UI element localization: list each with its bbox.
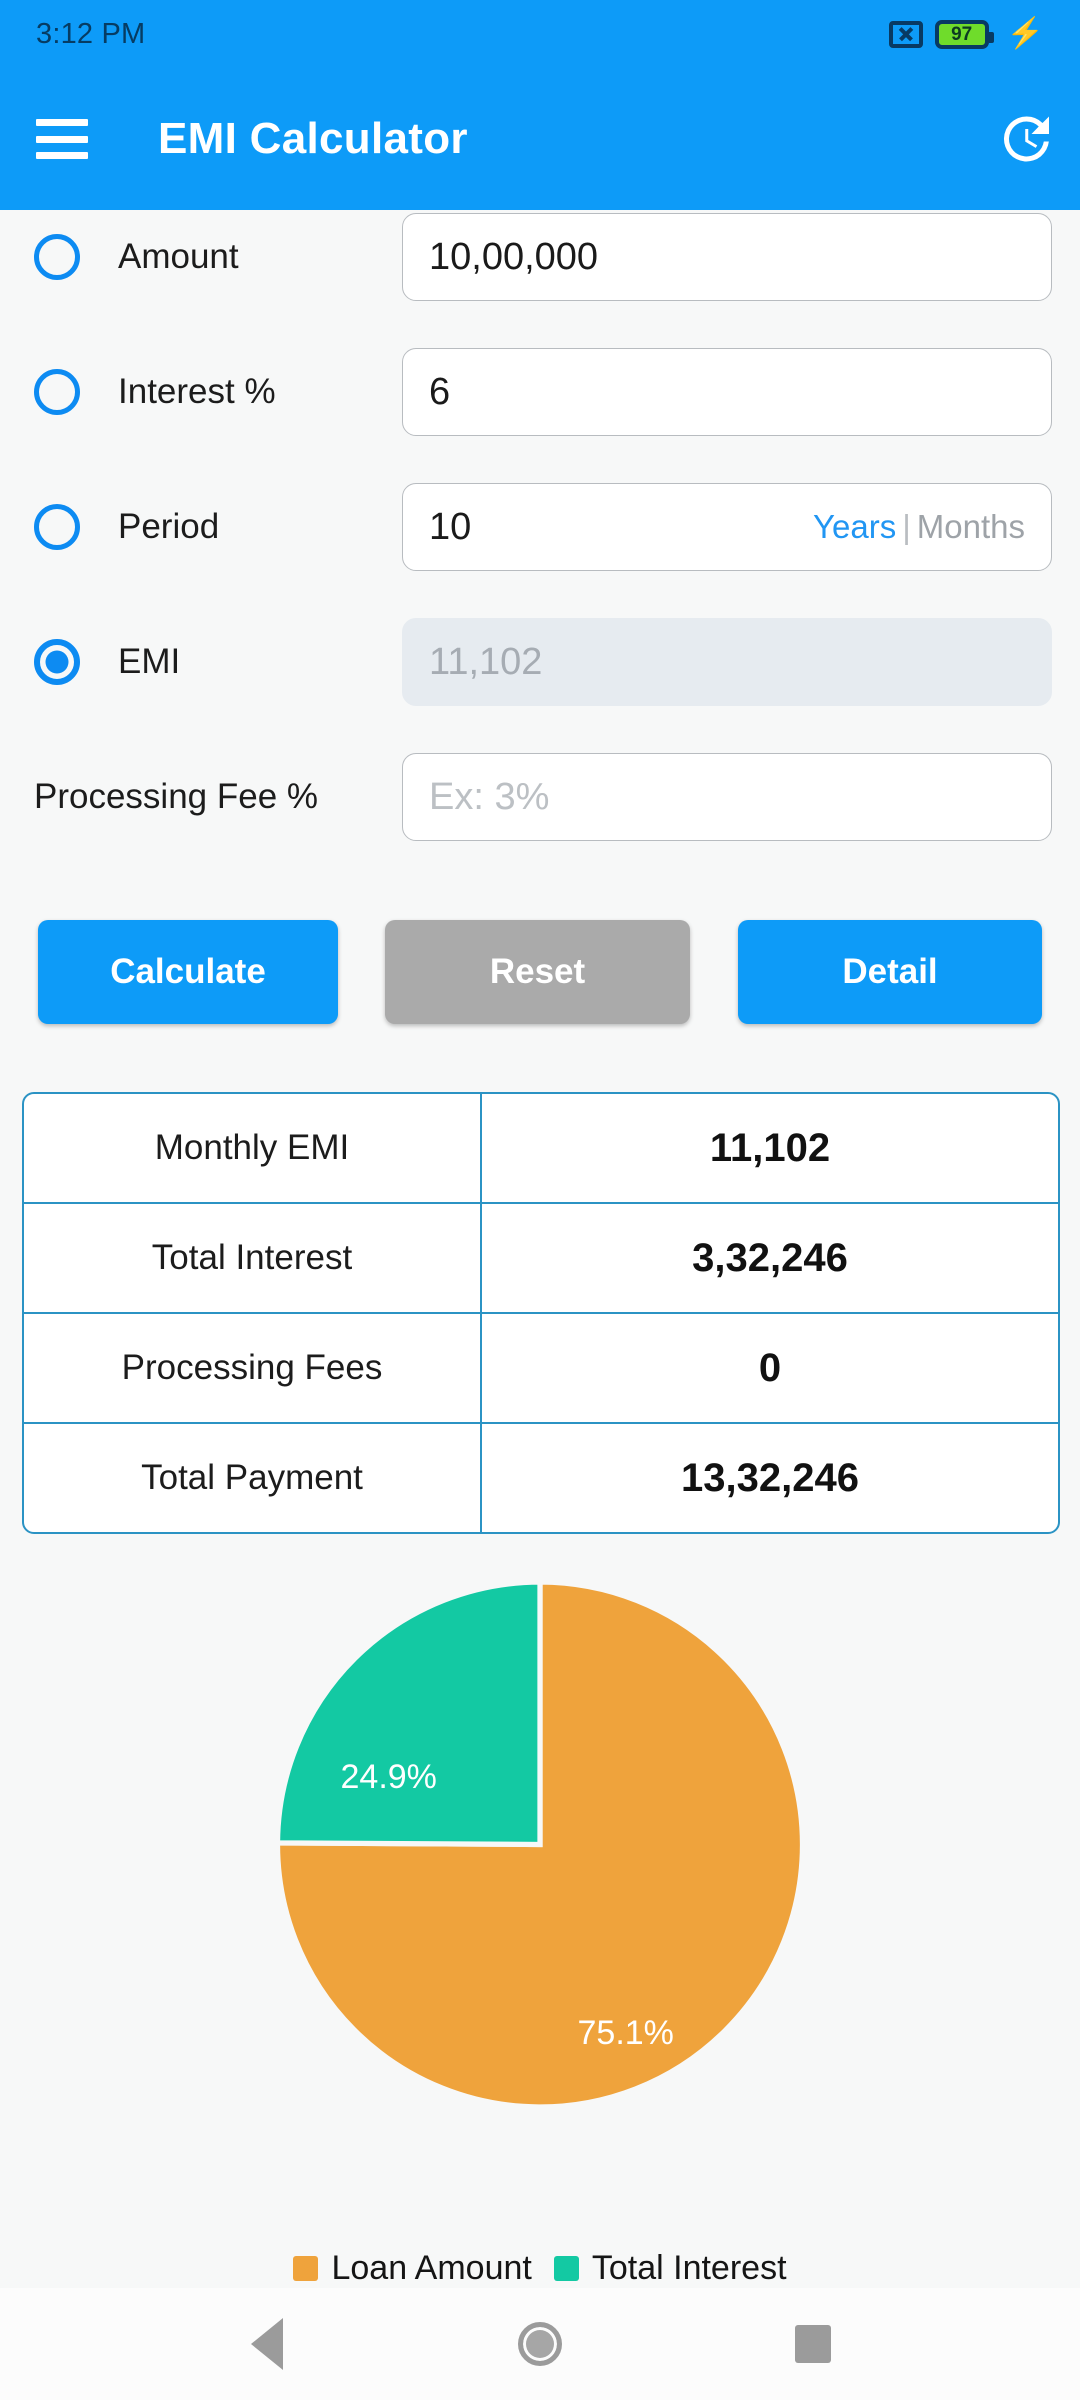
table-row: Processing Fees 0 bbox=[24, 1314, 1058, 1424]
form-row-emi: EMI 11,102 bbox=[0, 617, 1080, 707]
radio-interest[interactable] bbox=[34, 369, 80, 415]
history-icon[interactable] bbox=[994, 109, 1054, 169]
label-processing-fee: Processing Fee % bbox=[34, 777, 319, 816]
form-row-period: Period 10 Years | Months bbox=[0, 482, 1080, 572]
radio-amount[interactable] bbox=[34, 234, 80, 280]
period-unit-separator: | bbox=[902, 508, 911, 545]
period-input[interactable]: 10 Years | Months bbox=[402, 483, 1052, 571]
period-unit-toggle[interactable]: Years | Months bbox=[813, 508, 1025, 546]
status-time: 3:12 PM bbox=[36, 17, 146, 50]
home-button[interactable] bbox=[495, 2299, 585, 2389]
table-row: Total Interest 3,32,246 bbox=[24, 1204, 1058, 1314]
radio-emi[interactable] bbox=[34, 639, 80, 685]
interest-value: 6 bbox=[429, 370, 451, 413]
result-value-total-payment: 13,32,246 bbox=[681, 1455, 859, 1500]
app-bar: EMI Calculator bbox=[0, 68, 1080, 210]
pie-slice-total-interest bbox=[277, 1582, 543, 1848]
back-icon bbox=[250, 2318, 283, 2370]
pie-chart: 24.9% 75.1% bbox=[277, 1582, 803, 2107]
legend-item-total-interest: Total Interest bbox=[553, 2249, 787, 2288]
emi-value: 11,102 bbox=[429, 640, 543, 683]
back-button[interactable] bbox=[222, 2299, 312, 2389]
home-icon bbox=[517, 2322, 562, 2366]
battery-level-label: 97 bbox=[951, 23, 973, 45]
label-interest: Interest % bbox=[118, 372, 276, 411]
calculate-button[interactable]: Calculate bbox=[38, 920, 338, 1024]
battery-icon: 97 bbox=[934, 19, 994, 49]
reset-button[interactable]: Reset bbox=[385, 920, 690, 1024]
result-value-total-interest: 3,32,246 bbox=[692, 1235, 848, 1280]
result-value-monthly-emi: 11,102 bbox=[709, 1125, 831, 1170]
processing-fee-placeholder: Ex: 3% bbox=[429, 775, 550, 818]
legend-swatch-loan-amount bbox=[293, 2256, 319, 2281]
amount-input[interactable]: 10,00,000 bbox=[402, 213, 1052, 301]
result-label-processing-fees: Processing Fees bbox=[24, 1314, 482, 1422]
legend-label-loan-amount: Loan Amount bbox=[331, 2249, 532, 2287]
action-buttons: Calculate Reset Detail bbox=[0, 920, 1080, 1030]
period-unit-months[interactable]: Months bbox=[917, 508, 1025, 545]
result-value-processing-fees: 0 bbox=[758, 1345, 782, 1390]
label-emi: EMI bbox=[118, 642, 181, 681]
legend-label-total-interest: Total Interest bbox=[591, 2249, 787, 2287]
no-sim-icon bbox=[888, 20, 923, 48]
recents-icon bbox=[795, 2325, 832, 2363]
page-title: EMI Calculator bbox=[158, 114, 468, 163]
period-unit-years[interactable]: Years bbox=[813, 508, 896, 545]
emi-calculator-screen: 3:12 PM 97 ⚡ EMI Calculator Amount 10,00… bbox=[0, 0, 1080, 2400]
hamburger-menu-icon[interactable] bbox=[36, 119, 88, 159]
legend-swatch-total-interest bbox=[553, 2256, 579, 2281]
pie-chart-svg bbox=[277, 1582, 803, 2107]
form-row-amount: Amount 10,00,000 bbox=[0, 212, 1080, 302]
result-label-total-interest: Total Interest bbox=[24, 1204, 482, 1312]
emi-input[interactable]: 11,102 bbox=[402, 618, 1052, 706]
detail-button[interactable]: Detail bbox=[738, 920, 1042, 1024]
form-row-processing-fee: Processing Fee % Ex: 3% bbox=[0, 752, 1080, 842]
lightning-bolt-icon: ⚡ bbox=[1006, 17, 1044, 50]
results-table: Monthly EMI 11,102 Total Interest 3,32,2… bbox=[22, 1092, 1060, 1534]
legend-item-loan-amount: Loan Amount bbox=[293, 2249, 532, 2288]
chart-area: 24.9% 75.1% Loan Amount Total Interest bbox=[0, 1560, 1080, 2320]
table-row: Monthly EMI 11,102 bbox=[24, 1094, 1058, 1204]
period-value: 10 bbox=[429, 505, 472, 548]
chart-legend: Loan Amount Total Interest bbox=[0, 2249, 1080, 2288]
battery-cap bbox=[988, 31, 994, 43]
pie-slices bbox=[277, 1582, 803, 2107]
amount-value: 10,00,000 bbox=[429, 235, 599, 278]
recents-button[interactable] bbox=[768, 2299, 858, 2389]
status-bar: 3:12 PM 97 ⚡ bbox=[0, 0, 1080, 68]
form-row-interest: Interest % 6 bbox=[0, 347, 1080, 437]
result-label-total-payment: Total Payment bbox=[24, 1424, 482, 1532]
table-row: Total Payment 13,32,246 bbox=[24, 1424, 1058, 1532]
processing-fee-input[interactable]: Ex: 3% bbox=[402, 753, 1052, 841]
status-icons: 97 ⚡ bbox=[888, 17, 1044, 50]
label-amount: Amount bbox=[118, 237, 239, 276]
label-period: Period bbox=[118, 507, 220, 546]
input-form: Amount 10,00,000 Interest % 6 Period 10 … bbox=[0, 212, 1080, 887]
android-navigation-bar bbox=[0, 2288, 1080, 2400]
result-label-monthly-emi: Monthly EMI bbox=[24, 1094, 482, 1202]
radio-period[interactable] bbox=[34, 504, 80, 550]
interest-input[interactable]: 6 bbox=[402, 348, 1052, 436]
